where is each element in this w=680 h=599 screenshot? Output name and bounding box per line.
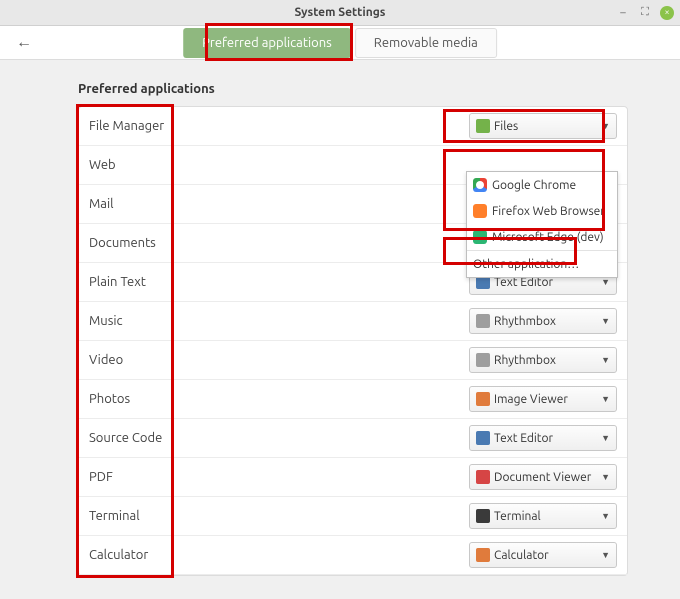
- tab-preferred-applications[interactable]: Preferred applications: [183, 28, 351, 58]
- table-row: TerminalTerminal▼: [79, 497, 627, 536]
- row-label: File Manager: [89, 119, 469, 133]
- window-title: System Settings: [295, 6, 386, 19]
- pdf-icon: [476, 470, 490, 484]
- music-icon: [476, 314, 490, 328]
- menu-item-label: Microsoft Edge (dev): [492, 231, 604, 244]
- app-selector[interactable]: Text Editor▼: [469, 425, 617, 451]
- app-name: Rhythmbox: [494, 315, 601, 328]
- row-label: Plain Text: [89, 275, 469, 289]
- row-label: Source Code: [89, 431, 469, 445]
- row-label: PDF: [89, 470, 469, 484]
- folder-icon: [476, 119, 490, 133]
- firefox-icon: [473, 204, 487, 218]
- menu-item-label: Google Chrome: [492, 179, 576, 192]
- table-row: PDFDocument Viewer▼: [79, 458, 627, 497]
- app-name: Terminal: [494, 510, 601, 523]
- table-row: PhotosImage Viewer▼: [79, 380, 627, 419]
- menu-item-label: Firefox Web Browser: [492, 205, 605, 218]
- chevron-down-icon: ▼: [601, 550, 610, 560]
- table-row: MusicRhythmbox▼: [79, 302, 627, 341]
- content: Preferred applications File ManagerFiles…: [0, 60, 680, 576]
- table-row: VideoRhythmbox▼: [79, 341, 627, 380]
- maximize-button[interactable]: ⛶: [638, 6, 652, 20]
- app-name: Calculator: [494, 549, 601, 562]
- tabs: Preferred applications Removable media: [183, 28, 497, 58]
- row-label: Web: [89, 158, 617, 172]
- app-selector[interactable]: Files▼: [469, 113, 617, 139]
- tab-label: Removable media: [374, 36, 478, 50]
- app-selector[interactable]: Image Viewer▼: [469, 386, 617, 412]
- menu-item[interactable]: Firefox Web Browser: [467, 198, 617, 224]
- titlebar: System Settings – ⛶ ×: [0, 0, 680, 26]
- music-icon: [476, 353, 490, 367]
- chevron-down-icon: ▼: [601, 277, 610, 287]
- app-selector[interactable]: Terminal▼: [469, 503, 617, 529]
- image-icon: [476, 392, 490, 406]
- row-label: Video: [89, 353, 469, 367]
- tab-removable-media[interactable]: Removable media: [355, 28, 497, 58]
- preferred-apps-table: File ManagerFiles▼WebMailDocumentsPlain …: [78, 106, 628, 576]
- chevron-down-icon: ▼: [601, 472, 610, 482]
- back-arrow-icon: ←: [16, 33, 32, 52]
- section-title: Preferred applications: [40, 82, 640, 96]
- app-name: Document Viewer: [494, 471, 601, 484]
- chevron-down-icon: ▼: [601, 355, 610, 365]
- chevron-down-icon: ▼: [601, 394, 610, 404]
- row-label: Calculator: [89, 548, 469, 562]
- back-button[interactable]: ←: [12, 31, 36, 55]
- menu-item[interactable]: Google Chrome: [467, 172, 617, 198]
- table-row: Source CodeText Editor▼: [79, 419, 627, 458]
- row-label: Terminal: [89, 509, 469, 523]
- toolbar: ← Preferred applications Removable media: [0, 26, 680, 60]
- chrome-icon: [473, 178, 487, 192]
- app-name: Text Editor: [494, 432, 601, 445]
- minimize-button[interactable]: –: [616, 6, 630, 20]
- close-button[interactable]: ×: [660, 6, 674, 20]
- app-selector[interactable]: Calculator▼: [469, 542, 617, 568]
- chevron-down-icon: ▼: [601, 121, 610, 131]
- other-application-item[interactable]: Other application…: [467, 251, 617, 277]
- menu-item-label: Other application…: [473, 258, 579, 271]
- app-selector[interactable]: Rhythmbox▼: [469, 308, 617, 334]
- calc-icon: [476, 548, 490, 562]
- menu-item[interactable]: Microsoft Edge (dev): [467, 224, 617, 250]
- app-name: Rhythmbox: [494, 354, 601, 367]
- chevron-down-icon: ▼: [601, 433, 610, 443]
- app-name: Image Viewer: [494, 393, 601, 406]
- edge-icon: [473, 230, 487, 244]
- app-name: Files: [494, 120, 601, 133]
- table-row: File ManagerFiles▼: [79, 107, 627, 146]
- row-label: Music: [89, 314, 469, 328]
- row-label: Photos: [89, 392, 469, 406]
- table-row: CalculatorCalculator▼: [79, 536, 627, 575]
- chevron-down-icon: ▼: [601, 511, 610, 521]
- chevron-down-icon: ▼: [601, 316, 610, 326]
- text-icon: [476, 431, 490, 445]
- app-selector[interactable]: Document Viewer▼: [469, 464, 617, 490]
- app-selector[interactable]: Rhythmbox▼: [469, 347, 617, 373]
- web-app-dropdown-menu: Google Chrome Firefox Web Browser Microsof…: [466, 171, 618, 278]
- window-controls: – ⛶ ×: [616, 0, 674, 25]
- terminal-icon: [476, 509, 490, 523]
- tab-label: Preferred applications: [202, 36, 332, 50]
